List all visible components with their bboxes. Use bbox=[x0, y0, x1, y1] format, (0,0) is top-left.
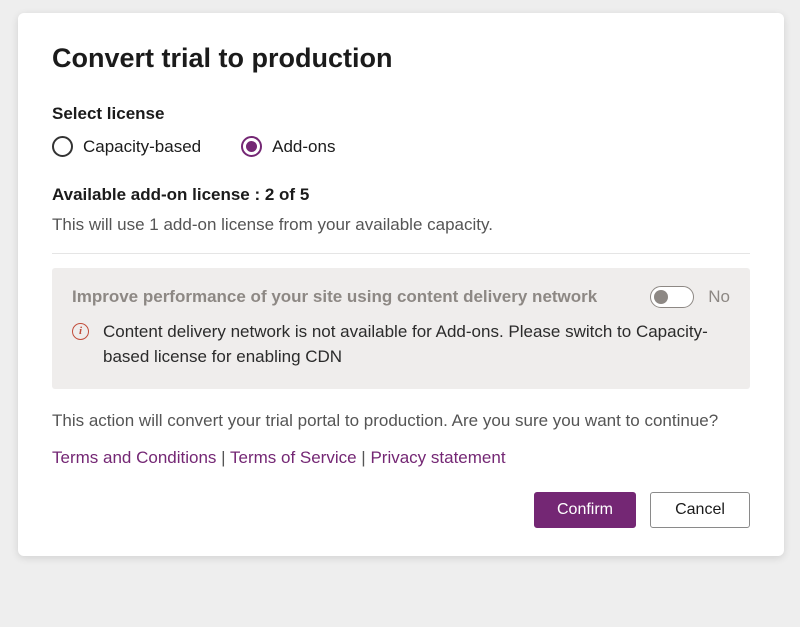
usage-description: This will use 1 add-on license from your… bbox=[52, 215, 750, 235]
cancel-button[interactable]: Cancel bbox=[650, 492, 750, 528]
radio-label: Capacity-based bbox=[83, 137, 201, 157]
confirm-warning-text: This action will convert your trial port… bbox=[52, 409, 750, 434]
link-separator: | bbox=[216, 448, 230, 467]
link-separator: | bbox=[357, 448, 371, 467]
radio-add-ons[interactable]: Add-ons bbox=[241, 136, 335, 157]
radio-icon-selected bbox=[241, 136, 262, 157]
select-license-label: Select license bbox=[52, 104, 750, 124]
confirm-button[interactable]: Confirm bbox=[534, 492, 636, 528]
privacy-statement-link[interactable]: Privacy statement bbox=[370, 448, 505, 467]
cdn-toggle[interactable] bbox=[650, 286, 694, 308]
license-radio-group: Capacity-based Add-ons bbox=[52, 136, 750, 157]
cdn-toggle-wrap: No bbox=[650, 286, 730, 308]
cdn-header-row: Improve performance of your site using c… bbox=[72, 286, 730, 308]
cdn-info-row: i Content delivery network is not availa… bbox=[72, 320, 730, 369]
legal-links: Terms and Conditions | Terms of Service … bbox=[52, 448, 750, 468]
dialog-title: Convert trial to production bbox=[52, 43, 750, 74]
cdn-message: Content delivery network is not availabl… bbox=[103, 320, 730, 369]
dialog-button-row: Confirm Cancel bbox=[52, 492, 750, 528]
terms-and-conditions-link[interactable]: Terms and Conditions bbox=[52, 448, 216, 467]
cdn-heading: Improve performance of your site using c… bbox=[72, 287, 597, 307]
terms-of-service-link[interactable]: Terms of Service bbox=[230, 448, 357, 467]
radio-capacity-based[interactable]: Capacity-based bbox=[52, 136, 201, 157]
available-license-count: Available add-on license : 2 of 5 bbox=[52, 185, 750, 205]
cdn-toggle-state: No bbox=[708, 287, 730, 307]
toggle-knob-icon bbox=[654, 290, 668, 304]
radio-icon bbox=[52, 136, 73, 157]
divider bbox=[52, 253, 750, 254]
convert-trial-dialog: Convert trial to production Select licen… bbox=[18, 13, 784, 556]
cdn-panel: Improve performance of your site using c… bbox=[52, 268, 750, 389]
radio-label: Add-ons bbox=[272, 137, 335, 157]
info-icon: i bbox=[72, 323, 89, 340]
